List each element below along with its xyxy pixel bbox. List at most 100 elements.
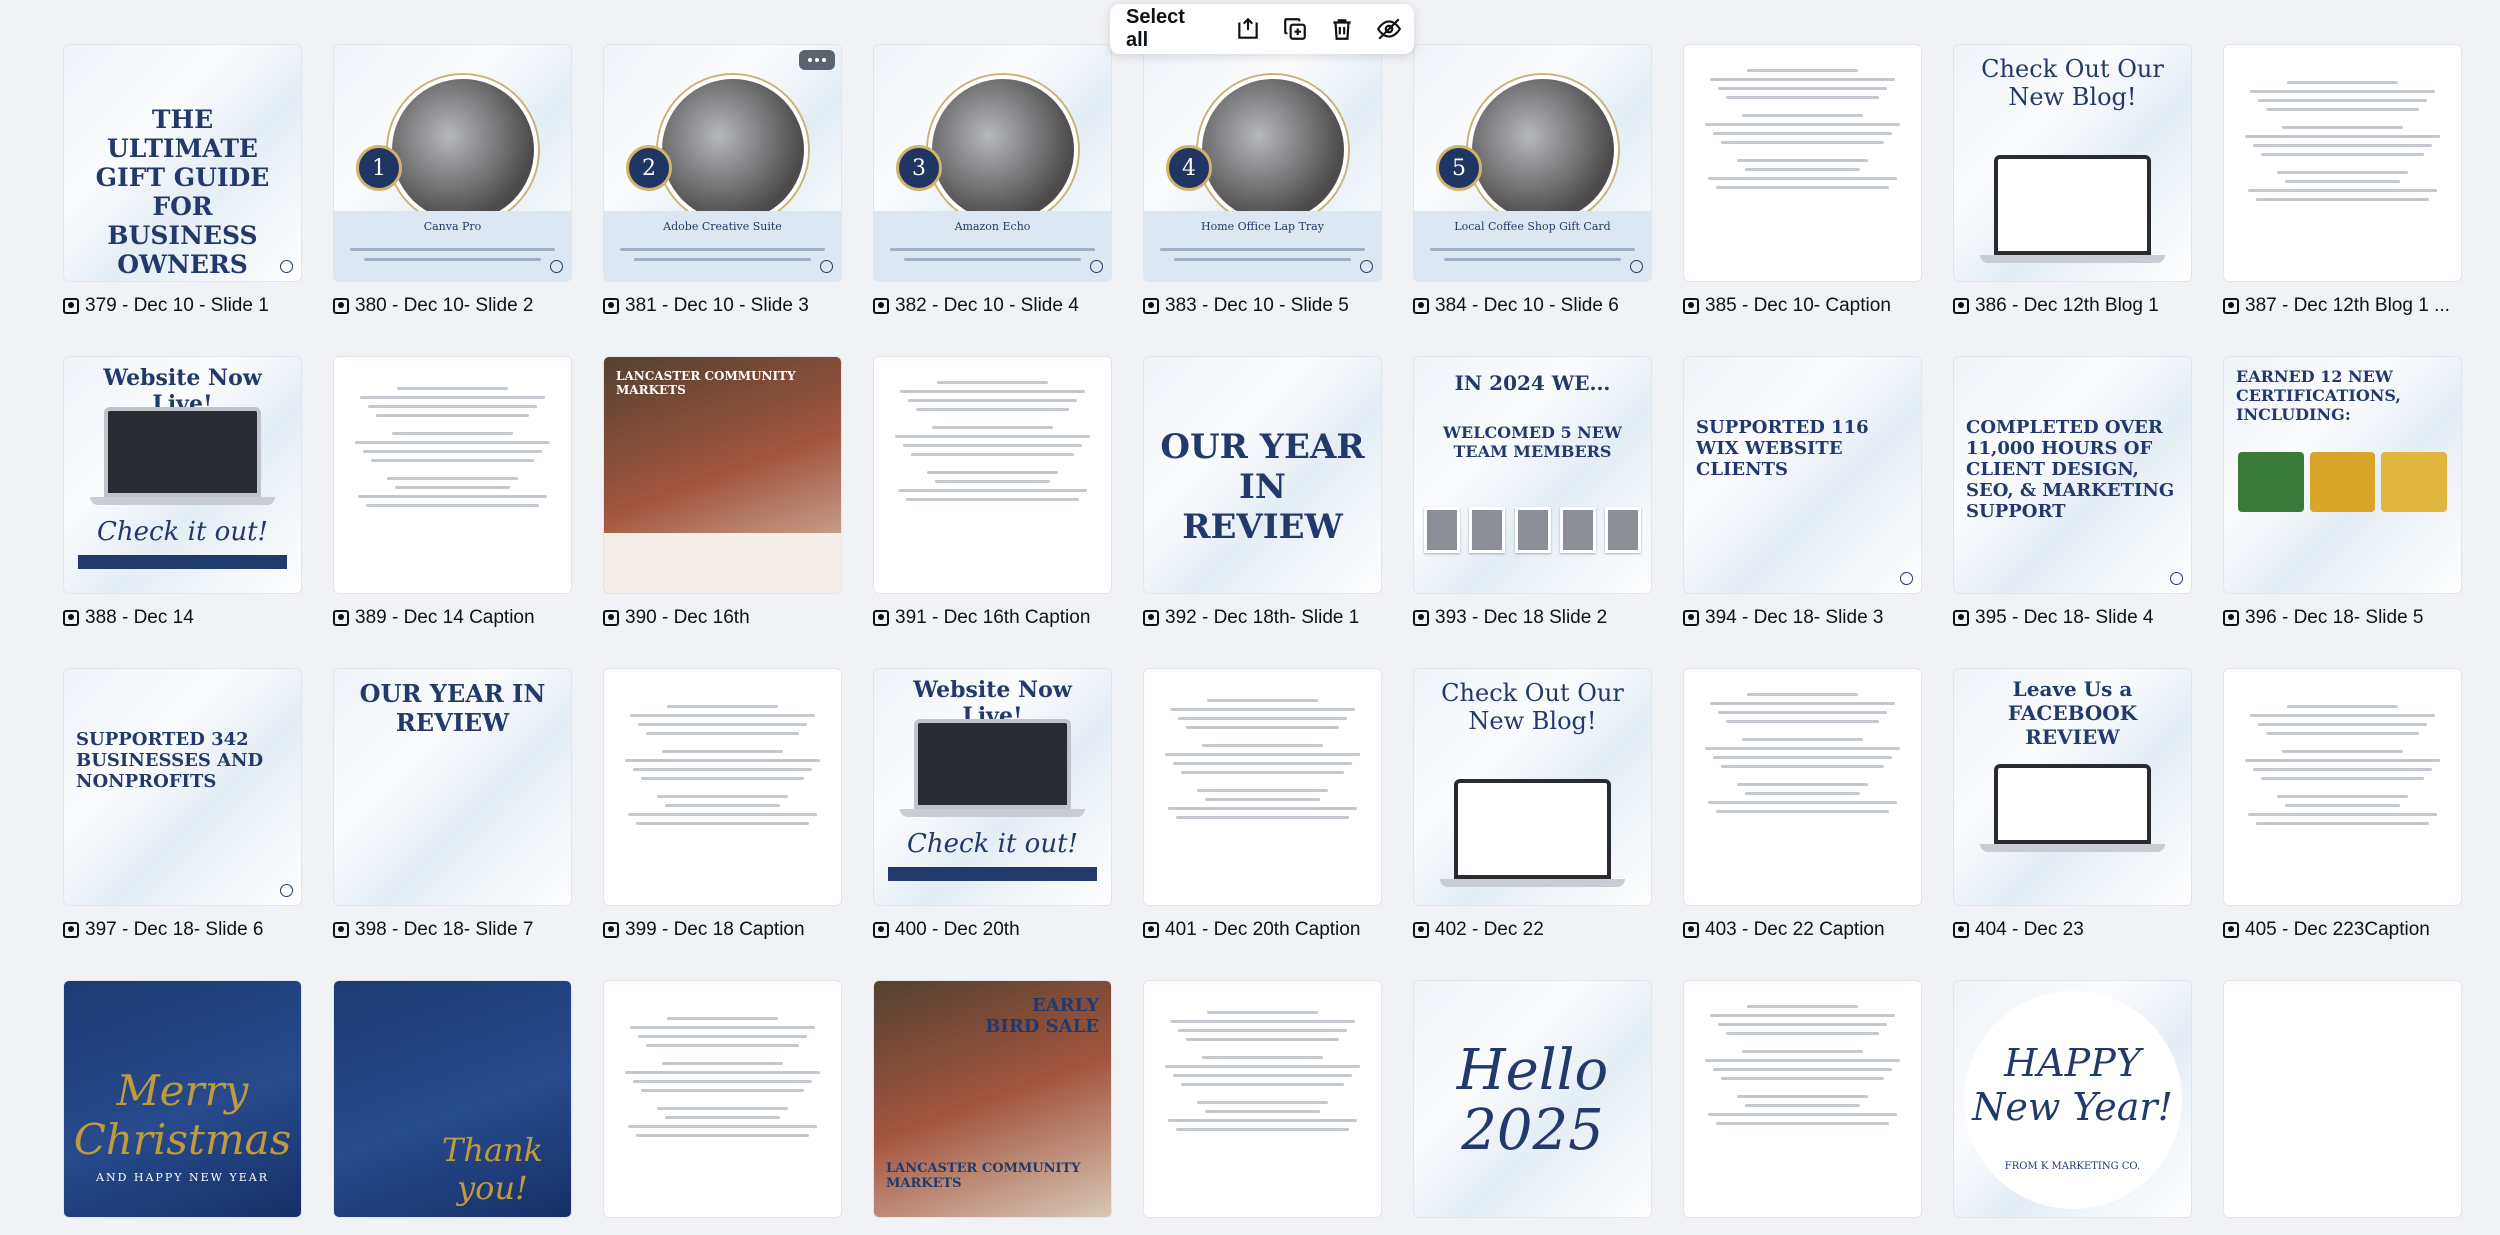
design-title-text: 386 - Dec 12th Blog 1: [1975, 295, 2159, 316]
design-thumbnail[interactable]: 4 Home Office Lap Tray: [1143, 44, 1382, 282]
design-title[interactable]: 379 - Dec 10 - Slide 1: [63, 294, 302, 318]
design-title[interactable]: 391 - Dec 16th Caption: [873, 606, 1112, 630]
product-title: Adobe Creative Suite: [663, 220, 782, 233]
social-post-icon: [63, 610, 79, 626]
design-thumbnail[interactable]: SUPPORTED 116 WIX WEBSITE CLIENTS: [1683, 356, 1922, 594]
design-title[interactable]: 386 - Dec 12th Blog 1: [1953, 294, 2192, 318]
design-thumbnail[interactable]: 2 Adobe Creative Suite: [603, 44, 842, 282]
slide-number: 1: [356, 145, 402, 191]
design-thumbnail[interactable]: [2223, 980, 2462, 1218]
design-thumbnail[interactable]: Check Out Our New Blog!: [1413, 668, 1652, 906]
design-thumbnail[interactable]: [1683, 668, 1922, 906]
design-title[interactable]: 389 - Dec 14 Caption: [333, 606, 572, 630]
duplicate-icon[interactable]: [1278, 12, 1311, 46]
design-thumbnail[interactable]: 3 Amazon Echo: [873, 44, 1112, 282]
caption-text-preview: [352, 381, 553, 513]
social-post-icon: [333, 610, 349, 626]
social-post-icon: [1953, 298, 1969, 314]
thumbnail-heading: EARNED 12 NEW CERTIFICATIONS, INCLUDING:: [2236, 367, 2401, 424]
design-title[interactable]: 399 - Dec 18 Caption: [603, 918, 842, 942]
design-thumbnail[interactable]: EARNED 12 NEW CERTIFICATIONS, INCLUDING:: [2223, 356, 2462, 594]
caption-text-preview: [1162, 693, 1363, 825]
design-title[interactable]: 382 - Dec 10 - Slide 4: [873, 294, 1112, 318]
design-thumbnail[interactable]: Merry Christmas AND HAPPY NEW YEAR: [63, 980, 302, 1218]
slide-number: 3: [896, 145, 942, 191]
design-thumbnail[interactable]: Leave Us a FACEBOOK REVIEW: [1953, 668, 2192, 906]
design-title[interactable]: 394 - Dec 18- Slide 3: [1683, 606, 1922, 630]
design-title[interactable]: 398 - Dec 18- Slide 7: [333, 918, 572, 942]
design-thumbnail[interactable]: [1683, 44, 1922, 282]
design-thumbnail[interactable]: [603, 668, 842, 906]
thumbnail-heading: SUPPORTED 116 WIX WEBSITE CLIENTS: [1696, 417, 1869, 480]
design-thumbnail[interactable]: [333, 356, 572, 594]
product-photo: [657, 75, 808, 225]
design-title[interactable]: 385 - Dec 10- Caption: [1683, 294, 1922, 318]
design-title-text: 393 - Dec 18 Slide 2: [1435, 607, 1608, 628]
hide-icon[interactable]: [1373, 12, 1406, 46]
design-thumbnail[interactable]: [2223, 44, 2462, 282]
design-thumbnail[interactable]: [873, 356, 1112, 594]
design-title[interactable]: 396 - Dec 18- Slide 5: [2223, 606, 2462, 630]
design-thumbnail[interactable]: OUR YEAR IN REVIEW: [1143, 356, 1382, 594]
laptop-image: [1994, 764, 2151, 844]
design-thumbnail[interactable]: Hello 2025: [1413, 980, 1652, 1218]
trash-icon[interactable]: [1325, 12, 1358, 46]
design-thumbnail[interactable]: 5 Local Coffee Shop Gift Card: [1413, 44, 1652, 282]
design-title[interactable]: 383 - Dec 10 - Slide 5: [1143, 294, 1382, 318]
more-options-button[interactable]: [799, 50, 835, 70]
design-thumbnail[interactable]: COMPLETED OVER 11,000 HOURS OF CLIENT DE…: [1953, 356, 2192, 594]
design-title[interactable]: 380 - Dec 10- Slide 2: [333, 294, 572, 318]
design-title[interactable]: 384 - Dec 10 - Slide 6: [1413, 294, 1652, 318]
social-post-icon: [873, 610, 889, 626]
design-title-text: 399 - Dec 18 Caption: [625, 919, 805, 940]
design-thumbnail[interactable]: HAPPY New Year! FROM K MARKETING CO.: [1953, 980, 2192, 1218]
caption-text-preview: [1702, 63, 1903, 195]
design-title[interactable]: 395 - Dec 18- Slide 4: [1953, 606, 2192, 630]
text-line: [350, 248, 555, 251]
thumbnail-heading: IN 2024 WE...: [1454, 371, 1611, 395]
design-title[interactable]: 392 - Dec 18th- Slide 1: [1143, 606, 1382, 630]
design-thumbnail[interactable]: IN 2024 WE... WELCOMED 5 NEW TEAM MEMBERS: [1413, 356, 1652, 594]
product-title: Canva Pro: [423, 220, 482, 233]
design-title[interactable]: 388 - Dec 14: [63, 606, 302, 630]
design-title[interactable]: 397 - Dec 18- Slide 6: [63, 918, 302, 942]
design-thumbnail[interactable]: EARLY BIRD SALE LANCASTER COMMUNITY MARKE…: [873, 980, 1112, 1218]
select-all-button[interactable]: Select all: [1126, 6, 1211, 52]
design-thumbnail[interactable]: SUPPORTED 342 BUSINESSES AND NONPROFITS: [63, 668, 302, 906]
design-thumbnail[interactable]: 1 Canva Pro: [333, 44, 572, 282]
product-title: Amazon Echo: [954, 220, 1031, 233]
design-thumbnail[interactable]: Website Now Live! Check it out!: [873, 668, 1112, 906]
thumbnail-heading: Hello 2025: [1456, 1038, 1609, 1163]
design-title[interactable]: 390 - Dec 16th: [603, 606, 842, 630]
design-title[interactable]: 405 - Dec 223Caption: [2223, 918, 2462, 942]
next-arrow-icon: [820, 260, 833, 273]
design-title[interactable]: 381 - Dec 10 - Slide 3: [603, 294, 842, 318]
thumbnail-heading: Check Out Our New Blog!: [1981, 55, 2164, 111]
product-photo: [387, 75, 538, 225]
design-title[interactable]: 393 - Dec 18 Slide 2: [1413, 606, 1652, 630]
design-thumbnail[interactable]: Thank you!: [333, 980, 572, 1218]
design-title-text: 397 - Dec 18- Slide 6: [85, 919, 264, 940]
design-thumbnail[interactable]: [1683, 980, 1922, 1218]
design-title[interactable]: 387 - Dec 12th Blog 1 ...: [2223, 294, 2462, 318]
product-photo: [1197, 75, 1348, 225]
design-title[interactable]: 404 - Dec 23: [1953, 918, 2192, 942]
laptop-base: [90, 497, 275, 505]
design-thumbnail[interactable]: THE ULTIMATE GIFT GUIDE FOR BUSINESS OWN…: [63, 44, 302, 282]
design-thumbnail[interactable]: Website Now Live! Check it out!: [63, 356, 302, 594]
social-post-icon: [1683, 610, 1699, 626]
caption-text-preview: [622, 699, 823, 831]
design-thumbnail[interactable]: [1143, 980, 1382, 1218]
design-thumbnail[interactable]: [1143, 668, 1382, 906]
design-thumbnail[interactable]: OUR YEAR IN REVIEW: [333, 668, 572, 906]
design-thumbnail[interactable]: Check Out Our New Blog!: [1953, 44, 2192, 282]
design-title[interactable]: 401 - Dec 20th Caption: [1143, 918, 1382, 942]
design-thumbnail[interactable]: LANCASTER COMMUNITY MARKETS: [603, 356, 842, 594]
design-thumbnail[interactable]: [2223, 668, 2462, 906]
design-title[interactable]: 400 - Dec 20th: [873, 918, 1112, 942]
social-post-icon: [603, 922, 619, 938]
add-to-folder-icon[interactable]: [1231, 12, 1264, 46]
design-thumbnail[interactable]: [603, 980, 842, 1218]
design-title[interactable]: 403 - Dec 22 Caption: [1683, 918, 1922, 942]
design-title[interactable]: 402 - Dec 22: [1413, 918, 1652, 942]
